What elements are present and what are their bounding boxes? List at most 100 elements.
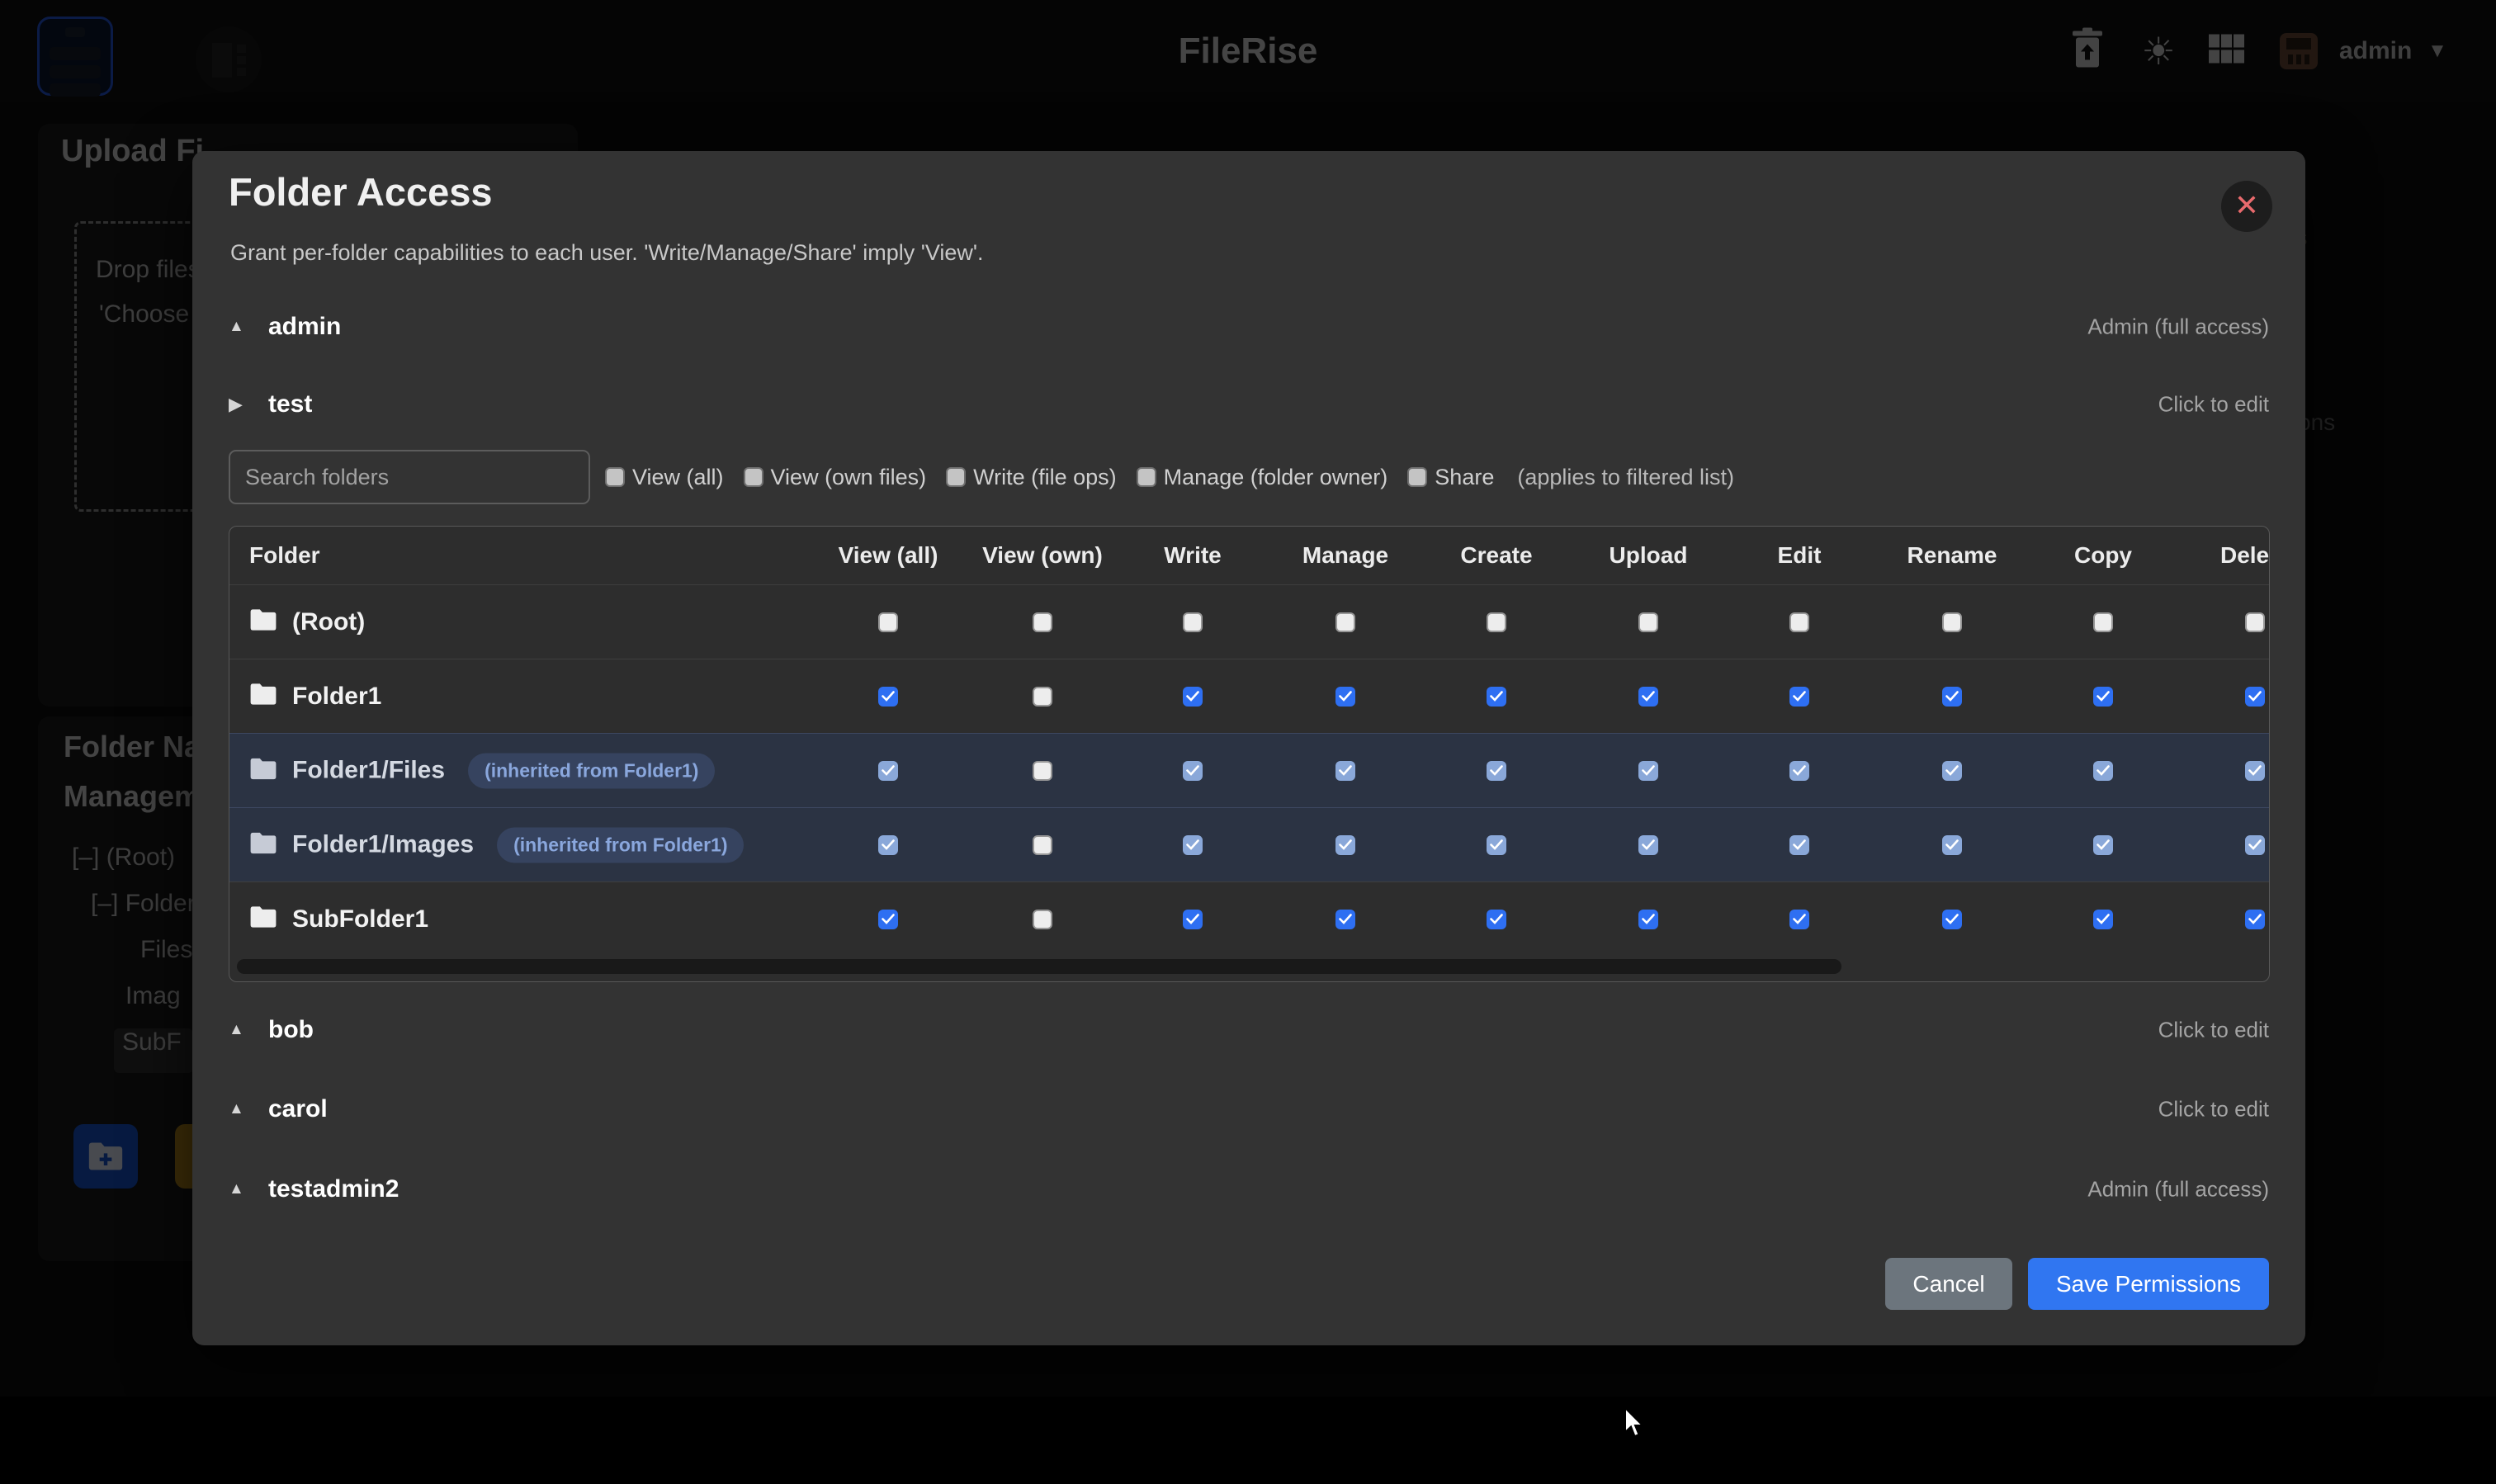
filter-manage-folder-owner-[interactable]: Manage (folder owner) (1137, 465, 1388, 490)
save-permissions-button[interactable]: Save Permissions (2028, 1258, 2269, 1310)
caret-up-icon: ▲ (229, 318, 244, 336)
user-status[interactable]: Click to edit (2158, 1018, 2269, 1043)
user-name: admin (268, 313, 341, 341)
folder-icon (249, 757, 277, 784)
search-input[interactable] (229, 450, 590, 504)
filter-checkbox[interactable] (605, 467, 625, 487)
perm-checkbox[interactable] (1033, 761, 1052, 781)
cancel-button[interactable]: Cancel (1885, 1258, 2012, 1310)
perm-checkbox[interactable] (1033, 910, 1052, 929)
perm-checkbox[interactable] (878, 835, 898, 855)
perm-checkbox[interactable] (2245, 761, 2265, 781)
perm-checkbox[interactable] (878, 612, 898, 632)
column-header-manage: Manage (1302, 542, 1388, 569)
perm-checkbox[interactable] (2245, 910, 2265, 929)
perm-checkbox[interactable] (1638, 687, 1658, 707)
filter-share[interactable]: Share (1407, 465, 1494, 490)
perm-checkbox[interactable] (878, 687, 898, 707)
perm-checkbox[interactable] (1789, 835, 1809, 855)
user-row-admin[interactable]: ▲ admin Admin (full access) (192, 305, 2305, 349)
folder-icon (249, 683, 277, 710)
column-header-view-own-: View (own) (982, 542, 1103, 569)
perm-checkbox[interactable] (878, 761, 898, 781)
perm-checkbox[interactable] (2093, 835, 2113, 855)
filter-view-own-files-[interactable]: View (own files) (744, 465, 927, 490)
perm-checkbox[interactable] (1942, 612, 1962, 632)
caret-up-icon: ▲ (229, 1100, 244, 1118)
close-icon[interactable]: ✕ (2221, 181, 2272, 232)
perm-checkbox[interactable] (2245, 612, 2265, 632)
perm-checkbox[interactable] (1335, 687, 1355, 707)
caret-up-icon: ▲ (229, 1021, 244, 1039)
perm-checkbox[interactable] (1942, 687, 1962, 707)
folder-cell: Folder1/Images(inherited from Folder1) (249, 827, 744, 863)
user-status[interactable]: Admin (full access) (2087, 314, 2269, 340)
perm-checkbox[interactable] (1183, 612, 1203, 632)
perm-checkbox[interactable] (1335, 612, 1355, 632)
perm-checkbox[interactable] (1638, 835, 1658, 855)
folder-name: (Root) (292, 608, 365, 636)
perm-checkbox[interactable] (1942, 910, 1962, 929)
perm-checkbox[interactable] (1335, 761, 1355, 781)
filter-label: Write (file ops) (973, 465, 1117, 490)
filter-view-all-[interactable]: View (all) (605, 465, 724, 490)
perm-checkbox[interactable] (2093, 687, 2113, 707)
modal-subtitle: Grant per-folder capabilities to each us… (230, 240, 984, 266)
perm-checkbox[interactable] (1789, 910, 1809, 929)
inherited-badge: (inherited from Folder1) (468, 753, 715, 788)
perm-checkbox[interactable] (2093, 910, 2113, 929)
perm-checkbox[interactable] (1033, 835, 1052, 855)
perm-checkbox[interactable] (878, 910, 898, 929)
horizontal-scrollbar[interactable] (237, 959, 1841, 974)
perm-checkbox[interactable] (2245, 835, 2265, 855)
user-row-bob[interactable]: ▲bobClick to edit (192, 1008, 2305, 1052)
user-row-test[interactable]: ▶ test Click to edit (192, 382, 2305, 427)
user-status[interactable]: Admin (full access) (2087, 1177, 2269, 1203)
folder-cell: Folder1/Files(inherited from Folder1) (249, 753, 715, 788)
perm-checkbox[interactable] (1789, 687, 1809, 707)
perm-checkbox[interactable] (1638, 761, 1658, 781)
perm-checkbox[interactable] (1335, 835, 1355, 855)
perm-checkbox[interactable] (2093, 612, 2113, 632)
perm-checkbox[interactable] (1487, 835, 1506, 855)
bulk-filter-row: View (all) View (own files) Write (file op… (605, 451, 1734, 503)
perm-checkbox[interactable] (1487, 761, 1506, 781)
column-header-folder: Folder (249, 542, 320, 569)
table-row: Folder1/Images(inherited from Folder1) (229, 807, 2269, 881)
perm-checkbox[interactable] (1638, 612, 1658, 632)
perm-checkbox[interactable] (1335, 910, 1355, 929)
folder-access-modal: ✕ Folder Access Grant per-folder capabil… (192, 151, 2305, 1345)
filter-checkbox[interactable] (946, 467, 966, 487)
perm-checkbox[interactable] (1942, 761, 1962, 781)
modal-title: Folder Access (229, 169, 493, 215)
user-name: test (268, 390, 312, 418)
perm-checkbox[interactable] (1183, 687, 1203, 707)
caret-right-icon: ▶ (229, 394, 243, 415)
perm-checkbox[interactable] (1638, 910, 1658, 929)
filter-checkbox[interactable] (1137, 467, 1156, 487)
user-status[interactable]: Click to edit (2158, 1097, 2269, 1122)
perm-checkbox[interactable] (1789, 761, 1809, 781)
perm-checkbox[interactable] (1789, 612, 1809, 632)
perm-checkbox[interactable] (1183, 761, 1203, 781)
filter-checkbox[interactable] (744, 467, 763, 487)
perm-checkbox[interactable] (1487, 687, 1506, 707)
table-row: SubFolder1 (229, 881, 2269, 956)
perm-checkbox[interactable] (1487, 910, 1506, 929)
folder-name: Folder1 (292, 683, 381, 711)
folder-icon (249, 905, 277, 933)
perm-checkbox[interactable] (1033, 612, 1052, 632)
perm-checkbox[interactable] (2245, 687, 2265, 707)
perm-checkbox[interactable] (1183, 835, 1203, 855)
user-row-carol[interactable]: ▲carolClick to edit (192, 1087, 2305, 1132)
filter-checkbox[interactable] (1407, 467, 1427, 487)
perm-checkbox[interactable] (1183, 910, 1203, 929)
perm-checkbox[interactable] (1033, 687, 1052, 707)
user-status[interactable]: Click to edit (2158, 392, 2269, 418)
page: FileRise ☀ admin ▼ Upload Fi D (0, 0, 2496, 1484)
perm-checkbox[interactable] (1942, 835, 1962, 855)
filter-write-file-ops-[interactable]: Write (file ops) (946, 465, 1117, 490)
user-row-testadmin2[interactable]: ▲testadmin2Admin (full access) (192, 1167, 2305, 1212)
perm-checkbox[interactable] (2093, 761, 2113, 781)
perm-checkbox[interactable] (1487, 612, 1506, 632)
